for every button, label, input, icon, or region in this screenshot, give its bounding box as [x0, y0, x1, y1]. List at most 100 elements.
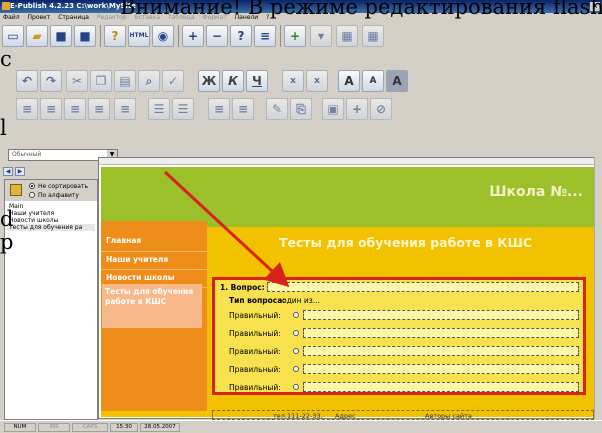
hyperlink-icon[interactable]: ⎘ — [290, 98, 312, 120]
status-num: NUM — [4, 423, 36, 432]
application-window: E-Publish 4.2.23 C:\work\MySite × Файл П… — [0, 0, 602, 433]
menu-editor[interactable]: Редактор — [94, 13, 130, 23]
answer-3-label: Правильный: — [229, 347, 281, 356]
align-justify-icon[interactable]: ≡ — [88, 98, 110, 120]
toolbar-row-2: ↶ ↷ ✂ ❐ ▤ ⌕ ✓ Ж К Ч x x A A A — [2, 68, 602, 94]
answer-5-radio[interactable] — [293, 384, 299, 390]
page-item-main[interactable]: Main — [7, 203, 95, 210]
sort-alpha-radio[interactable] — [29, 192, 35, 198]
new-page-icon[interactable]: ▭ — [2, 25, 24, 47]
table-icon[interactable]: ▦ — [362, 25, 384, 47]
site-title[interactable]: Школа №... — [489, 184, 583, 200]
outdent-icon[interactable]: ≡ — [208, 98, 230, 120]
menu-table[interactable]: Таблица — [165, 13, 198, 23]
page-heading[interactable]: Тесты для обучения работе в КШС — [279, 235, 532, 250]
clear-icon[interactable]: ⊘ — [370, 98, 392, 120]
site-footer[interactable]: тел.111-22-33, Адрес Авторы сайта — [212, 410, 594, 420]
cut-icon[interactable]: ✂ — [66, 70, 88, 92]
align-left-icon[interactable]: ≡ — [16, 98, 38, 120]
answer-3-field[interactable] — [303, 346, 579, 356]
menu-panels[interactable]: Панели — [232, 13, 262, 23]
underline-button[interactable]: Ч — [246, 70, 268, 92]
forward-arrow-icon[interactable]: ▶ — [15, 167, 25, 176]
vertical-scrollbar[interactable] — [594, 157, 602, 419]
open-folder-icon[interactable]: ▰ — [26, 25, 48, 47]
close-button[interactable]: × — [590, 2, 600, 11]
font-larger-button[interactable]: A — [338, 70, 360, 92]
sort-icon[interactable] — [10, 184, 22, 196]
font-color-button[interactable]: A — [386, 70, 408, 92]
italic-button[interactable]: К — [222, 70, 244, 92]
bullet-list-icon[interactable]: ☰ — [148, 98, 170, 120]
style-select-value: Обычный — [12, 151, 42, 158]
remove-page-icon[interactable]: − — [206, 25, 228, 47]
indent-more-icon[interactable]: ≡ — [232, 98, 254, 120]
paste-icon[interactable]: ▤ — [114, 70, 136, 92]
help-question-icon[interactable]: ? — [104, 25, 126, 47]
site-nav-tests[interactable]: Тесты для обучения работе в КШС — [105, 287, 199, 307]
grid-icon[interactable]: ▦ — [336, 25, 358, 47]
save-all-icon[interactable]: ■ — [74, 25, 96, 47]
answer-2-field[interactable] — [303, 328, 579, 338]
site-nav-home[interactable]: Главная — [106, 236, 202, 246]
web-browser-icon[interactable]: ◉ — [152, 25, 174, 47]
check-icon[interactable]: ✓ — [162, 70, 184, 92]
menu-format[interactable]: Формат — [199, 13, 229, 23]
menu-project[interactable]: Проект — [25, 13, 54, 23]
site-nav-active[interactable]: Тесты для обучения работе в КШС — [102, 284, 202, 328]
add-element-icon[interactable]: + — [284, 25, 306, 47]
redo-icon[interactable]: ↷ — [40, 70, 62, 92]
save-icon[interactable]: ■ — [50, 25, 72, 47]
page-help-icon[interactable]: ? — [230, 25, 252, 47]
answer-1-radio[interactable] — [293, 312, 299, 318]
page-tree-panel: Не сортировать По алфавиту Main Наши учи… — [4, 179, 98, 420]
menu-help[interactable]: ? — [263, 13, 272, 23]
question-field[interactable] — [267, 282, 579, 292]
insert-icon[interactable]: + — [346, 98, 368, 120]
back-arrow-icon[interactable]: ◀ — [3, 167, 13, 176]
page-item-teachers[interactable]: Наши учителя — [7, 210, 95, 217]
answer-4-field[interactable] — [303, 364, 579, 374]
answer-3-radio[interactable] — [293, 348, 299, 354]
align-center-icon[interactable]: ≡ — [40, 98, 62, 120]
add-page-icon[interactable]: + — [182, 25, 204, 47]
page-item-news[interactable]: Новости школы — [7, 217, 95, 224]
question-type-label: Тип вопроса: — [229, 296, 286, 305]
undo-icon[interactable]: ↶ — [16, 70, 38, 92]
copy-icon[interactable]: ❐ — [90, 70, 112, 92]
menu-file[interactable]: Файл — [0, 13, 23, 23]
subscript-button[interactable]: x — [282, 70, 304, 92]
site-nav-news[interactable]: Новости школы — [106, 273, 202, 283]
image-icon[interactable]: ▣ — [322, 98, 344, 120]
answer-5-field[interactable] — [303, 382, 579, 392]
menu-page[interactable]: Страница — [55, 13, 92, 23]
element-dropdown-icon[interactable]: ▾ — [310, 25, 332, 47]
link-icon[interactable]: ✎ — [266, 98, 288, 120]
status-ins: INS — [38, 423, 70, 432]
numbered-list-icon[interactable]: ☰ — [172, 98, 194, 120]
toolbar-row-3: ≡ ≡ ≡ ≡ ≡ ☰ ☰ ≡ ≡ ✎ ⎘ ▣ + ⊘ — [2, 96, 602, 122]
site-nav-teachers[interactable]: Наши учителя — [106, 255, 202, 265]
list-icon[interactable]: ≡ — [254, 25, 276, 47]
sort-none-label: Не сортировать — [38, 183, 89, 190]
html-icon[interactable]: HTML — [128, 25, 150, 47]
status-bar: NUM INS CAPS 15:30 28.05.2007 — [0, 420, 602, 433]
align-right-icon[interactable]: ≡ — [64, 98, 86, 120]
answer-2-label: Правильный: — [229, 329, 281, 338]
answer-4-radio[interactable] — [293, 366, 299, 372]
indent-icon[interactable]: ≡ — [114, 98, 136, 120]
superscript-button[interactable]: x — [306, 70, 328, 92]
answer-2-radio[interactable] — [293, 330, 299, 336]
bold-button[interactable]: Ж — [198, 70, 220, 92]
answer-1-field[interactable] — [303, 310, 579, 320]
page-item-tests[interactable]: Тесты для обучения ра — [7, 224, 95, 231]
font-smaller-button[interactable]: A — [362, 70, 384, 92]
page-editor[interactable]: Школа №... Главная Наши учителя Новости … — [98, 157, 602, 420]
menu-bar: Файл Проект Страница Редактор Вставка Та… — [0, 13, 602, 23]
sort-none-radio[interactable] — [29, 183, 35, 189]
app-icon — [2, 2, 10, 10]
question-block[interactable]: 1. Вопрос: Тип вопроса: один из... Прави… — [212, 277, 586, 395]
find-icon[interactable]: ⌕ — [138, 70, 160, 92]
ruler — [99, 158, 601, 165]
menu-insert[interactable]: Вставка — [132, 13, 163, 23]
